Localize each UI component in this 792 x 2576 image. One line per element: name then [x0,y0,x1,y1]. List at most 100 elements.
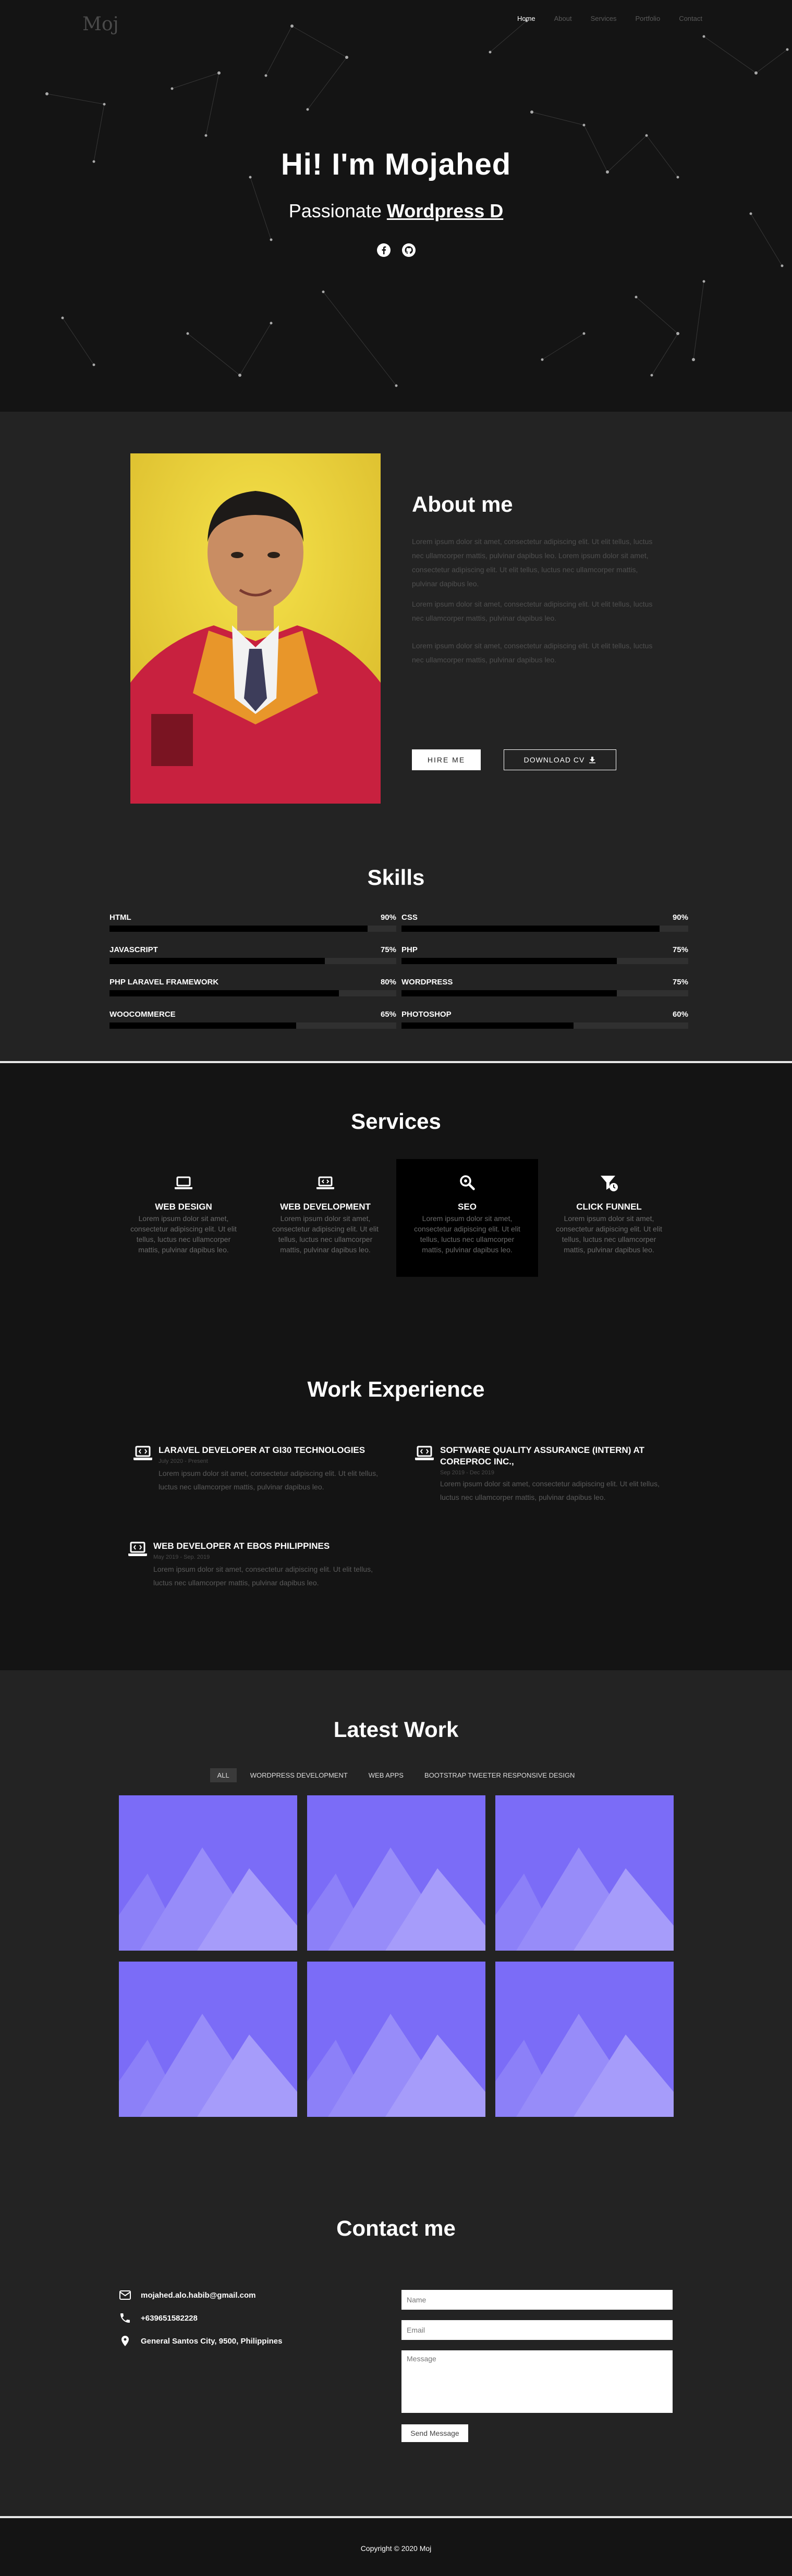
top-navigation: Moj Home About Services Portfolio Contac… [0,14,792,35]
contact-address-text: General Santos City, 9500, Philippines [141,2336,283,2346]
skill-bar-track [109,990,396,996]
experience-description: Lorem ipsum dolor sit amet, consectetur … [153,1565,373,1587]
laptop-code-icon [133,1446,152,1460]
nav-item-contact[interactable]: Contact [679,15,702,22]
site-footer: Copyright © 2020 Moj [0,2516,792,2576]
hero-subtitle: Passionate Wordpress D [0,200,792,222]
skill-name: WOOCOMMERCE [109,1010,176,1019]
message-textarea[interactable] [401,2350,673,2413]
download-icon [589,757,596,763]
service-title: WEB DESIGN [155,1202,212,1212]
hire-me-button[interactable]: HIRE ME [412,749,481,770]
laptop-icon [175,1176,192,1189]
skill-name: PHP [401,945,418,954]
skill-photoshop: PHOTOSHOP 60% [401,1010,688,1031]
nav-item-portfolio[interactable]: Portfolio [635,15,660,22]
contact-phone-text[interactable]: +639651582228 [141,2314,198,2323]
skill-wordpress: WORDPRESS 75% [401,978,688,999]
contact-email: mojahed.alo.habib@gmail.com [119,2288,256,2302]
skill-name: PHOTOSHOP [401,1010,452,1019]
skill-bar-track [401,958,688,964]
service-title: CLICK FUNNEL [576,1202,642,1212]
send-message-button[interactable]: Send Message [401,2424,468,2442]
github-icon[interactable] [401,243,416,257]
skill-bar-fill [401,990,617,996]
nav-item-about[interactable]: About [554,15,572,22]
skill-woocommerce: WOOCOMMERCE 65% [109,1010,396,1031]
envelope-icon [119,2290,131,2300]
experience-title: Work Experience [307,1377,485,1401]
filter-wordpress-development[interactable]: WORDPRESS DEVELOPMENT [243,1768,355,1782]
download-cv-button[interactable]: DOWNLOAD CV [504,749,616,770]
portfolio-item-image-placeholder[interactable] [119,1962,297,2117]
service-description: Lorem ipsum dolor sit amet, consectetur … [414,1214,520,1254]
name-input[interactable] [401,2290,673,2310]
portfolio-item-image-placeholder[interactable] [119,1795,297,1951]
portfolio-item-image-placeholder[interactable] [307,1795,485,1951]
search-icon [460,1175,475,1190]
hero-subtitle-prefix: Passionate [288,200,382,221]
service-description: Lorem ipsum dolor sit amet, consectetur … [130,1214,237,1254]
portfolio-filters: ALL WORDPRESS DEVELOPMENT WEB APPS BOOTS… [0,1768,792,1782]
service-card-seo[interactable]: SEO Lorem ipsum dolor sit amet, consecte… [396,1159,538,1277]
email-input[interactable] [401,2320,673,2340]
profile-photo [130,453,381,804]
skill-css: CSS 90% [401,913,688,934]
skill-name: CSS [401,913,418,922]
skill-percent: 90% [380,913,396,922]
map-marker-icon [121,2336,129,2346]
service-description: Lorem ipsum dolor sit amet, consectetur … [272,1214,379,1254]
service-card-web-design[interactable]: WEB DESIGN Lorem ipsum dolor sit amet, c… [113,1159,254,1277]
nav-item-services[interactable]: Services [591,15,617,22]
experience-date: July 2020 - Present [159,1458,208,1464]
skill-bar-fill [109,990,339,996]
contact-email-text[interactable]: mojahed.alo.habib@gmail.com [141,2291,256,2300]
service-description: Lorem ipsum dolor sit amet, consectetur … [556,1214,662,1254]
site-logo[interactable]: Moj [82,14,119,35]
about-section: About me Lorem ipsum dolor sit amet, con… [0,412,792,1063]
filter-bootstrap-responsive[interactable]: BOOTSTRAP TWEETER RESPONSIVE DESIGN [417,1768,582,1782]
facebook-icon[interactable] [376,243,391,257]
service-card-click-funnel[interactable]: CLICK FUNNEL Lorem ipsum dolor sit amet,… [538,1159,680,1277]
service-title: WEB DEVELOPMENT [280,1202,371,1212]
laptop-code-icon [316,1176,334,1189]
skill-percent: 80% [380,978,396,987]
experience-title-text: SOFTWARE QUALITY ASSURANCE (INTERN) AT C… [440,1445,644,1466]
skill-php: PHP 75% [401,945,688,966]
services-title: Services [351,1109,441,1133]
skill-bar-track [401,1022,688,1029]
skills-title: Skills [367,865,425,890]
skill-name: HTML [109,913,131,922]
latest-work-section: Latest Work ALL WORDPRESS DEVELOPMENT WE… [0,1670,792,2194]
skill-bar-fill [401,958,617,964]
contact-section: Contact me mojahed.alo.habib@gmail.com +… [0,2194,792,2516]
hero-typed-text: Wordpress D [386,200,504,221]
service-title: SEO [458,1202,477,1212]
nav-item-home[interactable]: Home [517,15,535,22]
skill-bar-fill [109,958,325,964]
skill-percent: 60% [672,1010,688,1019]
hero-section: Moj Home About Services Portfolio Contac… [0,0,792,412]
experience-title-text: LARAVEL DEVELOPER AT GI30 TECHNOLOGIES [159,1445,365,1455]
skill-name: JAVASCRIPT [109,945,158,954]
portfolio-item-image-placeholder[interactable] [495,1962,674,2117]
service-card-web-development[interactable]: WEB DEVELOPMENT Lorem ipsum dolor sit am… [254,1159,396,1277]
skill-bar-track [109,958,396,964]
contact-title: Contact me [336,2216,456,2240]
skill-html: HTML 90% [109,913,396,934]
laptop-code-icon [415,1446,434,1460]
experience-date: Sep 2019 - Dec 2019 [440,1470,494,1476]
phone-icon [120,2313,130,2323]
skill-percent: 75% [672,945,688,954]
filter-web-apps[interactable]: WEB APPS [361,1768,411,1782]
about-paragraph-1: Lorem ipsum dolor sit amet, consectetur … [412,537,653,588]
skill-php-laravel: PHP LARAVEL FRAMEWORK 80% [109,978,396,999]
portfolio-item-image-placeholder[interactable] [307,1962,485,2117]
skill-percent: 75% [672,978,688,987]
about-paragraph-2: Lorem ipsum dolor sit amet, consectetur … [412,600,653,622]
experience-title-text: WEB DEVELOPER AT EBOS PHILIPPINES [153,1541,330,1551]
filter-all[interactable]: ALL [210,1768,237,1782]
skill-javascript: JAVASCRIPT 75% [109,945,396,966]
skill-bar-track [401,926,688,932]
portfolio-item-image-placeholder[interactable] [495,1795,674,1951]
